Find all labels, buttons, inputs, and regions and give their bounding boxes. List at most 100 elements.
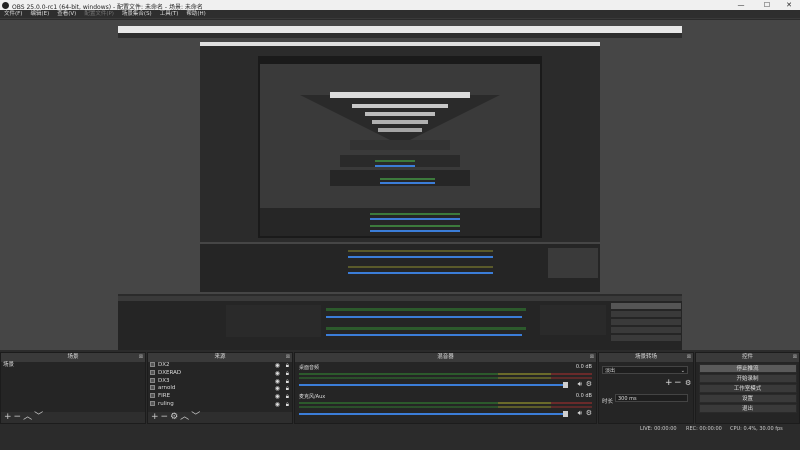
visibility-icon[interactable]: ◉ xyxy=(275,370,280,378)
panel-close-icon[interactable]: ⊠ xyxy=(687,353,691,362)
mixer-track: 麦克风/Aux 0.0 dB 🔊︎ ⚙ xyxy=(295,391,596,420)
scene-item[interactable]: 场景 xyxy=(1,362,145,370)
duration-input[interactable]: 300 ms xyxy=(615,394,688,402)
panel-close-icon[interactable]: ⊠ xyxy=(286,353,290,362)
duration-value: 300 ms xyxy=(618,396,637,402)
transitions-title: 场景转场 xyxy=(634,354,657,360)
source-type-icon xyxy=(150,369,155,375)
live-time: LIVE: 00:00:00 xyxy=(640,426,677,432)
remove-scene-icon[interactable]: − xyxy=(14,412,24,422)
remove-transition-icon[interactable]: − xyxy=(674,378,682,388)
menu-item-4[interactable]: 场景集合(S) xyxy=(118,10,156,19)
panel-close-icon[interactable]: ⊠ xyxy=(590,353,594,362)
mixer-track: 桌面音频 0.0 dB 🔊︎ ⚙ xyxy=(295,362,596,391)
menu-bar: 文件(F) 编辑(E) 查看(V) 配置文件(P) 场景集合(S) 工具(T) 帮助(H) xyxy=(0,10,800,19)
speaker-icon[interactable]: 🔊︎ xyxy=(578,409,582,418)
mixer-title: 混音器 xyxy=(437,354,454,360)
add-transition-icon[interactable]: + xyxy=(665,378,673,388)
source-label: arnold xyxy=(158,385,176,392)
source-item[interactable]: DXERAD ◉ 🔒︎ xyxy=(148,369,292,378)
move-up-icon[interactable]: ︿ xyxy=(180,412,191,422)
chevron-down-icon: ⌄ xyxy=(680,368,685,374)
source-label: DX2 xyxy=(158,362,170,368)
scenes-panel: 场景 ⊠ 场景 +−︿﹀ xyxy=(0,352,146,424)
minimize-icon[interactable]: — xyxy=(730,0,752,10)
volume-knob[interactable] xyxy=(563,411,568,417)
sources-title: 来源 xyxy=(214,354,226,360)
track-name: 麦克风/Aux xyxy=(299,394,326,400)
dock-area: 场景 ⊠ 场景 +−︿﹀ 来源 ⊠ DX2 ◉ 🔒︎ DXERAD ◉ 🔒︎ DX3 ◉ 🔒︎ … xyxy=(0,352,800,424)
controls-panel: 控件 ⊠ 停止推流 开始录制 工作室模式 设置 退出 xyxy=(695,352,800,424)
source-type-icon xyxy=(150,377,155,383)
source-type-icon xyxy=(150,400,155,406)
move-down-icon[interactable]: ﹀ xyxy=(34,412,45,422)
menu-item-6[interactable]: 帮助(H) xyxy=(182,10,209,19)
menu-item-3[interactable]: 配置文件(P) xyxy=(80,10,118,19)
gear-icon[interactable]: ⚙ xyxy=(170,412,180,422)
duration-label: 时长 xyxy=(602,399,614,405)
source-item[interactable]: DX2 ◉ 🔒︎ xyxy=(148,362,292,370)
remove-source-icon[interactable]: − xyxy=(161,412,171,422)
visibility-icon[interactable]: ◉ xyxy=(275,362,280,370)
lock-icon[interactable]: 🔒︎ xyxy=(286,370,289,378)
move-down-icon[interactable]: ﹀ xyxy=(191,412,202,422)
mixer-panel: 混音器 ⊠ 桌面音频 0.0 dB 🔊︎ ⚙ 麦克风/Aux 0.0 dB 🔊︎ xyxy=(294,352,597,424)
source-type-icon xyxy=(150,385,155,391)
title-bar: OBS 25.0.0-rc1 (64-bit, windows) - 配置文件:… xyxy=(0,0,800,11)
visibility-icon[interactable]: ◉ xyxy=(275,378,280,386)
source-type-icon xyxy=(150,393,155,399)
source-label: FIRE xyxy=(158,393,171,400)
transition-select[interactable]: 淡出 ⌄ xyxy=(602,366,688,374)
exit-button[interactable]: 退出 xyxy=(698,404,797,413)
start-recording-button[interactable]: 开始录制 xyxy=(698,374,797,383)
menu-item-5[interactable]: 工具(T) xyxy=(156,10,183,19)
volume-knob[interactable] xyxy=(563,382,568,388)
volume-meter xyxy=(299,406,592,408)
visibility-icon[interactable]: ◉ xyxy=(275,401,280,409)
speaker-icon[interactable]: 🔊︎ xyxy=(578,380,582,389)
visibility-icon[interactable]: ◉ xyxy=(275,385,280,393)
lock-icon[interactable]: 🔒︎ xyxy=(286,362,289,370)
add-source-icon[interactable]: + xyxy=(151,412,161,422)
visibility-icon[interactable]: ◉ xyxy=(275,393,280,401)
panel-close-icon[interactable]: ⊠ xyxy=(793,353,797,362)
source-item[interactable]: DX3 ◉ 🔒︎ xyxy=(148,377,292,386)
source-type-icon xyxy=(150,362,155,367)
menu-item-0[interactable]: 文件(F) xyxy=(0,10,26,19)
source-label: DXERAD xyxy=(158,369,182,376)
close-icon[interactable]: ✕ xyxy=(778,0,800,10)
rec-time: REC: 00:00:00 xyxy=(686,426,722,432)
volume-meter xyxy=(299,377,592,379)
preview-canvas[interactable] xyxy=(0,20,800,350)
scenes-title: 场景 xyxy=(67,354,79,360)
move-up-icon[interactable]: ︿ xyxy=(23,412,34,422)
add-scene-icon[interactable]: + xyxy=(4,412,14,422)
source-item[interactable]: FIRE ◉ 🔒︎ xyxy=(148,393,292,401)
track-name: 桌面音频 xyxy=(299,365,320,371)
source-label: ruling xyxy=(158,400,174,407)
source-item[interactable]: arnold ◉ 🔒︎ xyxy=(148,385,292,393)
menu-item-1[interactable]: 编辑(E) xyxy=(26,10,53,19)
gear-icon[interactable]: ⚙ xyxy=(586,380,592,388)
volume-slider[interactable] xyxy=(299,384,568,386)
cpu-fps: CPU: 0.4%, 30.00 fps xyxy=(730,426,783,432)
studio-mode-button[interactable]: 工作室模式 xyxy=(698,384,797,393)
transition-type: 淡出 xyxy=(605,368,616,374)
gear-icon[interactable]: ⚙ xyxy=(586,409,592,417)
settings-button[interactable]: 设置 xyxy=(698,394,797,403)
transitions-panel: 场景转场 ⊠ 淡出 ⌄ + − ⚙ 时长 300 ms xyxy=(598,352,694,424)
lock-icon[interactable]: 🔒︎ xyxy=(286,385,289,393)
maximize-icon[interactable]: ☐ xyxy=(756,0,778,10)
status-bar: LIVE: 00:00:00 REC: 00:00:00 CPU: 0.4%, … xyxy=(0,424,800,450)
track-db: 0.0 dB xyxy=(575,364,592,370)
lock-icon[interactable]: 🔒︎ xyxy=(286,393,289,401)
lock-icon[interactable]: 🔒︎ xyxy=(286,378,289,386)
source-item[interactable]: ruling ◉ 🔒︎ xyxy=(148,400,292,409)
stop-streaming-button[interactable]: 停止推流 xyxy=(698,364,797,373)
panel-close-icon[interactable]: ⊠ xyxy=(139,353,143,362)
lock-icon[interactable]: 🔒︎ xyxy=(286,401,289,409)
menu-item-2[interactable]: 查看(V) xyxy=(53,10,80,19)
gear-icon[interactable]: ⚙ xyxy=(685,379,691,387)
volume-slider[interactable] xyxy=(299,413,568,415)
controls-title: 控件 xyxy=(741,354,753,360)
